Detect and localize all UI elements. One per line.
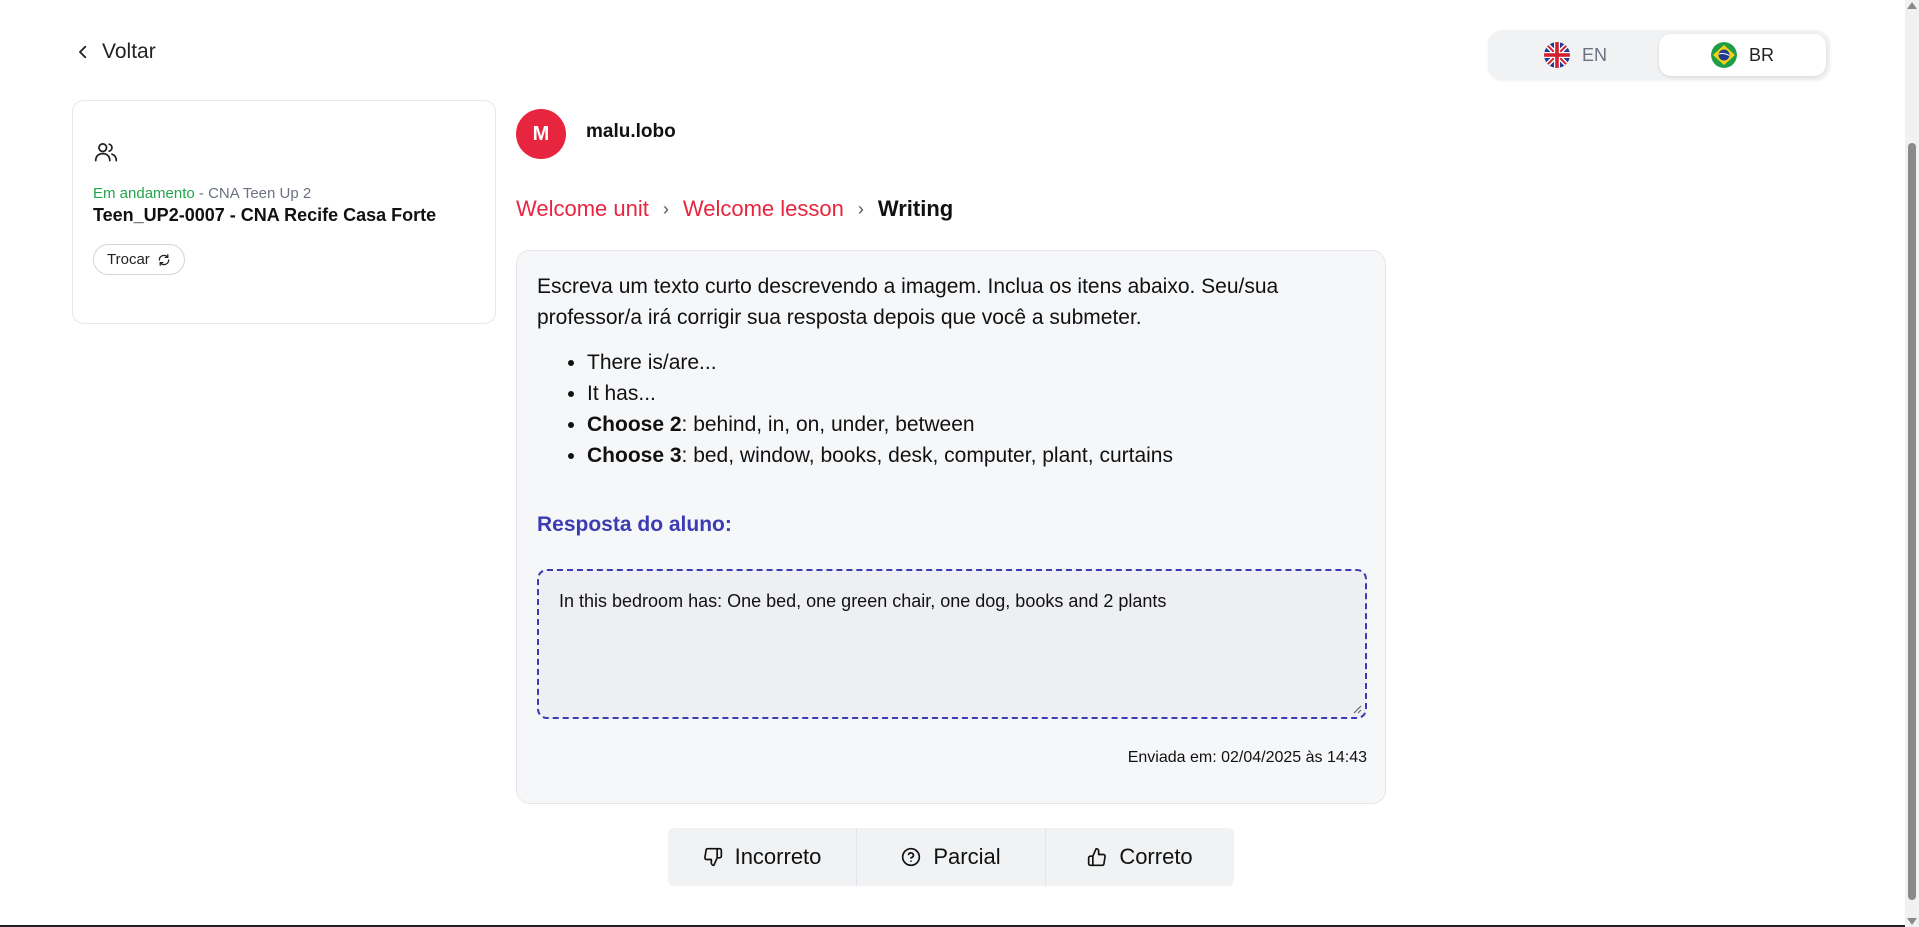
correct-label: Correto — [1119, 844, 1193, 869]
refresh-icon — [158, 253, 170, 266]
item-text: There is/are... — [587, 351, 717, 374]
breadcrumb-unit[interactable]: Welcome unit — [516, 196, 649, 222]
help-circle-icon — [902, 847, 921, 867]
back-label: Voltar — [102, 40, 156, 63]
exercise-instructions: Escreva um texto curto descrevendo a ima… — [537, 275, 1279, 329]
scroll-thumb[interactable] — [1908, 143, 1916, 900]
item-bold: Choose 2 — [587, 413, 682, 436]
lang-option-en[interactable]: EN — [1492, 34, 1659, 76]
item-text: : behind, in, on, under, between — [681, 413, 975, 436]
partial-label: Parcial — [933, 844, 1001, 869]
list-item: Choose 2: behind, in, on, under, between — [587, 409, 1365, 440]
scroll-up-icon[interactable] — [1907, 2, 1917, 9]
exercise-items: There is/are... It has... Choose 2: behi… — [587, 347, 1365, 471]
class-status-line: Em andamento - CNA Teen Up 2 — [93, 185, 475, 202]
chevron-left-icon — [79, 45, 87, 59]
grading-buttons: Incorreto Parcial Correto — [668, 828, 1234, 886]
lang-option-br[interactable]: BR — [1659, 34, 1826, 76]
item-text: It has... — [587, 382, 656, 405]
correct-button[interactable]: Correto — [1045, 828, 1234, 886]
list-item: Choose 3: bed, window, books, desk, comp… — [587, 440, 1365, 471]
brazil-flag-icon — [1710, 42, 1737, 68]
chevron-right-icon: › — [662, 198, 669, 219]
item-text: : bed, window, books, desk, computer, pl… — [681, 444, 1173, 467]
answer-label: Resposta do aluno: — [537, 513, 732, 536]
exercise-panel: Escreva um texto curto descrevendo a ima… — [516, 250, 1386, 804]
scroll-down-icon[interactable] — [1907, 918, 1917, 925]
thumbs-up-icon — [1088, 847, 1107, 867]
switch-class-label: Trocar — [107, 251, 150, 268]
status-separator: - — [194, 185, 209, 202]
student-answer-text: In this bedroom has: One bed, one green … — [559, 591, 1167, 611]
vertical-scrollbar[interactable] — [1905, 0, 1919, 927]
language-toggle: EN BR — [1488, 30, 1830, 80]
resize-handle-icon[interactable] — [1352, 704, 1362, 714]
incorrect-label: Incorreto — [734, 844, 822, 869]
sent-timestamp: Enviada em: 02/04/2025 às 14:43 — [1127, 749, 1367, 766]
uk-flag-icon — [1543, 42, 1570, 68]
partial-button[interactable]: Parcial — [856, 828, 1045, 886]
student-username: malu.lobo — [586, 121, 676, 142]
class-card: Em andamento - CNA Teen Up 2 Teen_UP2-00… — [72, 100, 496, 324]
back-button[interactable]: Voltar — [74, 40, 156, 64]
avatar: M — [516, 109, 566, 159]
chevron-right-icon: › — [857, 198, 864, 219]
class-name: Teen_UP2-0007 - CNA Recife Casa Forte — [93, 205, 437, 225]
users-icon — [94, 143, 118, 162]
list-item: There is/are... — [587, 347, 1365, 378]
breadcrumb: Welcome unit › Welcome lesson › Writing — [516, 196, 953, 222]
item-bold: Choose 3 — [587, 444, 682, 467]
list-item: It has... — [587, 378, 1365, 409]
thumbs-down-icon — [703, 847, 722, 867]
student-answer-box[interactable]: In this bedroom has: One bed, one green … — [537, 569, 1367, 719]
lang-label-br: BR — [1748, 44, 1774, 65]
course-name: CNA Teen Up 2 — [208, 185, 312, 202]
class-status: Em andamento — [93, 185, 195, 202]
breadcrumb-current: Writing — [877, 196, 954, 221]
page: Voltar EN BR Em andamento - CNA Teen Up … — [0, 0, 1919, 927]
incorrect-button[interactable]: Incorreto — [668, 828, 856, 886]
lang-label-en: EN — [1581, 44, 1607, 65]
breadcrumb-lesson[interactable]: Welcome lesson — [683, 196, 844, 222]
switch-class-button[interactable]: Trocar — [93, 244, 185, 275]
